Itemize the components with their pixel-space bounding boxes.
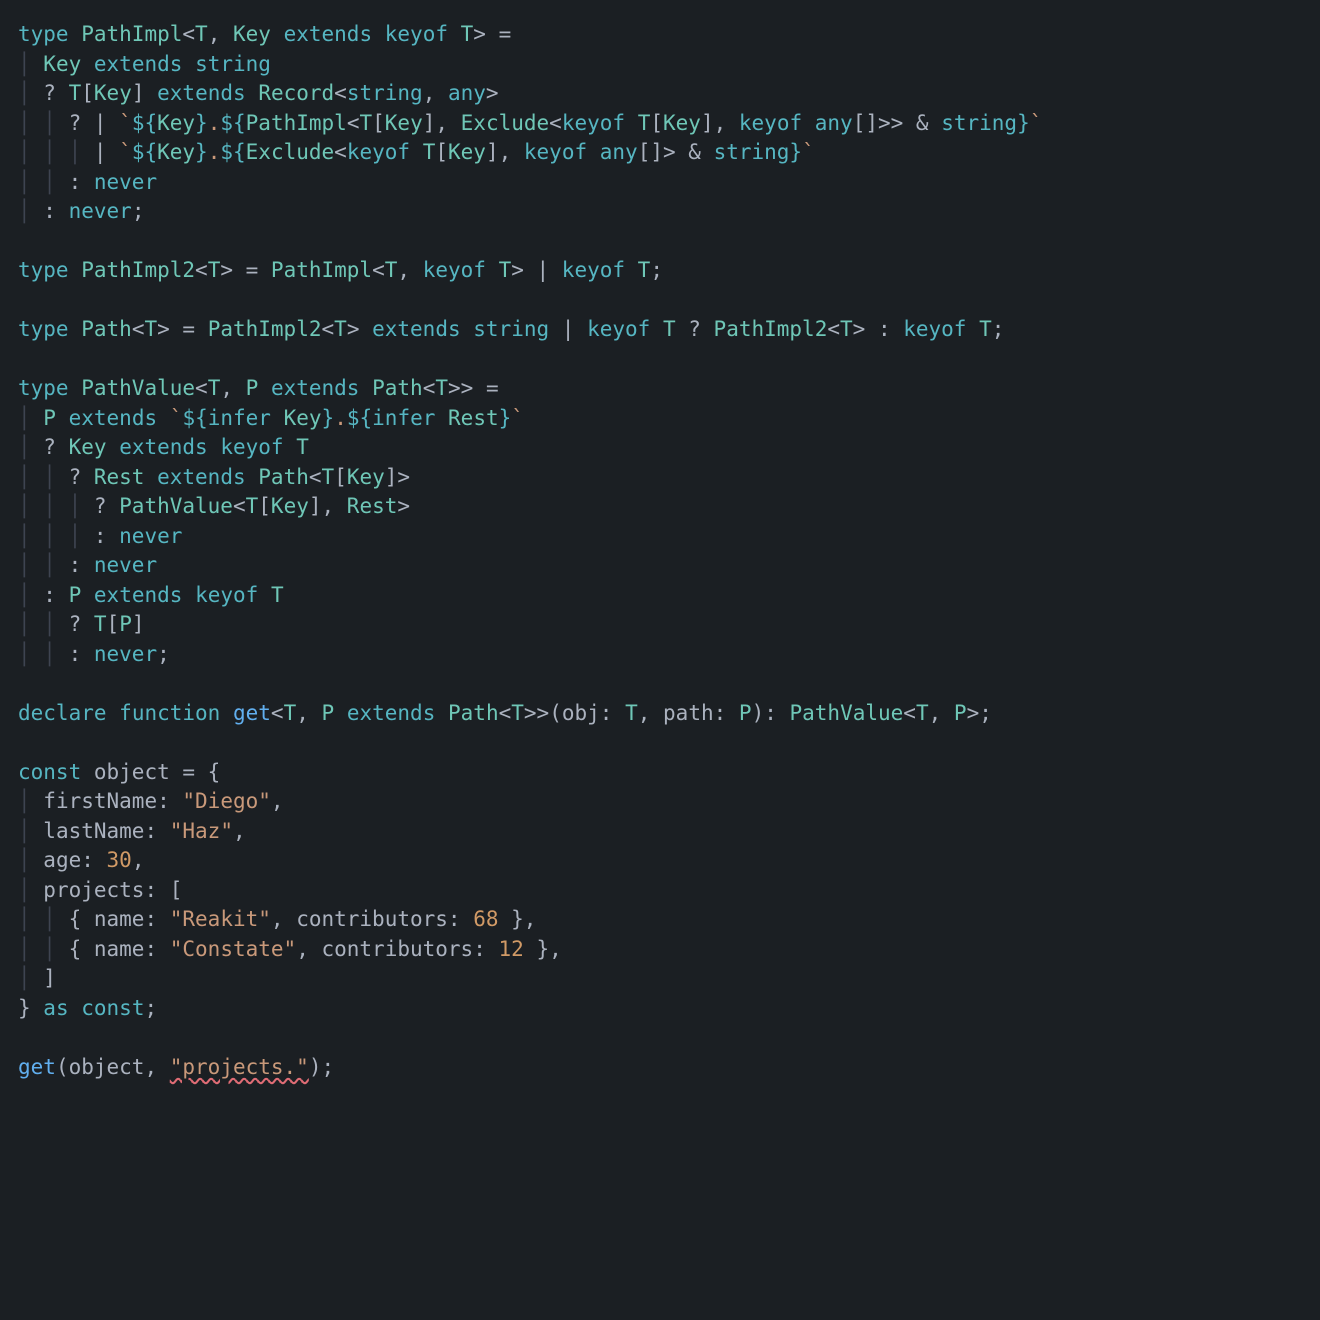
code-line: declare function get<T, P extends Path<T… <box>18 701 992 725</box>
code-line: │ lastName: "Haz", <box>18 819 246 843</box>
code-line: │ firstName: "Diego", <box>18 789 284 813</box>
code-line: │ Key extends string <box>18 52 271 76</box>
code-line: type PathImpl<T, Key extends keyof T> = <box>18 22 511 46</box>
code-line: │ │ { name: "Constate", contributors: 12… <box>18 937 562 961</box>
type-name: PathImpl <box>81 22 182 46</box>
code-line: │ projects: [ <box>18 878 182 902</box>
code-line: │ │ ? T[P] <box>18 612 145 636</box>
code-line: get(object, "projects."); <box>18 1055 334 1079</box>
code-line: │ │ │ ? PathValue<T[Key], Rest> <box>18 494 410 518</box>
code-line: │ ? T[Key] extends Record<string, any> <box>18 81 499 105</box>
code-line: │ : P extends keyof T <box>18 583 284 607</box>
code-line: │ : never; <box>18 199 144 223</box>
variable-name: object <box>94 760 170 784</box>
code-line: type Path<T> = PathImpl2<T> extends stri… <box>18 317 1004 341</box>
code-line: type PathValue<T, P extends Path<T>> = <box>18 376 499 400</box>
code-line: │ │ : never <box>18 553 157 577</box>
keyword-type: type <box>18 22 69 46</box>
code-line: │ ? Key extends keyof T <box>18 435 309 459</box>
code-line: } as const; <box>18 996 157 1020</box>
error-squiggle: "projects." <box>170 1055 309 1079</box>
code-block: type PathImpl<T, Key extends keyof T> = … <box>0 0 1320 1102</box>
code-line: │ ] <box>18 966 56 990</box>
code-line: │ │ { name: "Reakit", contributors: 68 }… <box>18 907 536 931</box>
code-line: │ │ │ : never <box>18 524 182 548</box>
code-line: │ │ : never <box>18 170 157 194</box>
code-line: const object = { <box>18 760 220 784</box>
code-line: │ │ │ | `${Key}.${Exclude<keyof T[Key], … <box>18 140 815 164</box>
function-name: get <box>233 701 271 725</box>
code-line: │ │ ? | `${Key}.${PathImpl<T[Key], Exclu… <box>18 111 1042 135</box>
code-line: │ │ ? Rest extends Path<T[Key]> <box>18 465 410 489</box>
code-line: │ │ : never; <box>18 642 170 666</box>
code-line: │ age: 30, <box>18 848 144 872</box>
code-line: │ P extends `${infer Key}.${infer Rest}` <box>18 406 524 430</box>
code-line: type PathImpl2<T> = PathImpl<T, keyof T>… <box>18 258 663 282</box>
